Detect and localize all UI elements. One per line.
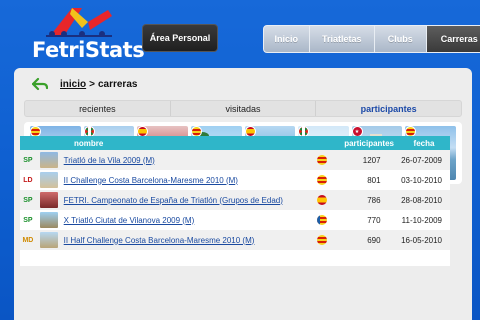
- race-name-link[interactable]: II Challenge Costa Barcelona-Maresme 201…: [58, 176, 324, 185]
- breadcrumb: inicio > carreras: [32, 76, 137, 92]
- race-date: 16-05-2010: [401, 235, 442, 245]
- breadcrumb-home-link[interactable]: inicio: [60, 79, 86, 90]
- distance-code: SP: [23, 156, 33, 164]
- table-row[interactable]: SP FETRI. Campeonato de España de Triatl…: [20, 190, 450, 210]
- race-name-link[interactable]: FETRI. Campeonato de España de Triatlón …: [58, 196, 324, 205]
- table-row[interactable]: MD II Half Challenge Costa Barcelona-Mar…: [20, 230, 450, 250]
- fetristats-logo[interactable]: FetriStats: [28, 2, 145, 62]
- brand-name: FetriStats: [32, 38, 145, 62]
- nav-inicio[interactable]: Inicio: [264, 26, 310, 52]
- race-thumb-icon: [39, 232, 58, 248]
- participants-count: 770: [367, 215, 381, 225]
- race-name-link[interactable]: II Half Challenge Costa Barcelona-Maresm…: [58, 236, 324, 245]
- table-header: nombre participantes fecha: [20, 136, 450, 150]
- participants-count: 1207: [362, 155, 381, 165]
- triathlon-logo-icon: [46, 8, 112, 37]
- table-row[interactable]: SP Triatló de la Vila 2009 (M) 1207 26-0…: [20, 150, 450, 170]
- participants-count: 786: [367, 195, 381, 205]
- race-name-link[interactable]: X Triatló Ciutat de Vilanova 2009 (M): [58, 216, 324, 225]
- spain-flag-icon: [317, 195, 328, 205]
- race-date: 28-08-2010: [401, 195, 442, 205]
- table-row[interactable]: LD II Challenge Costa Barcelona-Maresme …: [20, 170, 450, 190]
- race-date: 26-07-2009: [401, 155, 442, 165]
- breadcrumb-separator: >: [89, 78, 95, 90]
- race-name-link[interactable]: Triatló de la Vila 2009 (M): [58, 156, 324, 165]
- distance-code: LD: [23, 176, 33, 184]
- tab-participantes[interactable]: participantes: [316, 101, 461, 116]
- nav-carreras[interactable]: Carreras: [426, 26, 480, 52]
- breadcrumb-current: carreras: [97, 78, 138, 90]
- top-navigation: Inicio Triatletas Clubs Carreras: [263, 25, 480, 53]
- race-thumb-icon: [39, 172, 58, 188]
- distance-code: SP: [23, 196, 33, 204]
- participants-count: 690: [367, 235, 381, 245]
- area-personal-button[interactable]: Área Personal: [142, 24, 218, 52]
- participants-count: 801: [367, 175, 381, 185]
- tab-recientes[interactable]: recientes: [25, 101, 171, 116]
- valencia-flag-icon: [317, 215, 328, 225]
- nav-clubs[interactable]: Clubs: [375, 26, 427, 52]
- table-body: SP Triatló de la Vila 2009 (M) 1207 26-0…: [20, 150, 450, 250]
- race-date: 03-10-2010: [401, 175, 442, 185]
- distance-code: SP: [23, 216, 33, 224]
- tab-visitadas[interactable]: visitadas: [171, 101, 317, 116]
- table-row[interactable]: SP X Triatló Ciutat de Vilanova 2009 (M)…: [20, 210, 450, 230]
- race-thumb-icon: [39, 212, 58, 228]
- race-date: 11-10-2009: [401, 215, 442, 225]
- races-table: nombre participantes fecha SP Triatló de…: [20, 136, 450, 266]
- back-arrow-icon[interactable]: [32, 77, 48, 91]
- catalonia-flag-icon: [317, 175, 328, 185]
- catalonia-flag-icon: [317, 155, 328, 165]
- nav-triatletas[interactable]: Triatletas: [310, 26, 376, 52]
- race-thumb-icon: [39, 192, 58, 208]
- distance-code: MD: [22, 236, 34, 244]
- column-participantes[interactable]: participantes: [320, 139, 398, 148]
- column-nombre[interactable]: nombre: [20, 139, 320, 148]
- catalonia-flag-icon: [317, 235, 328, 245]
- race-thumb-icon: [39, 152, 58, 168]
- sub-tabs: recientes visitadas participantes: [24, 100, 462, 117]
- column-fecha[interactable]: fecha: [398, 139, 450, 148]
